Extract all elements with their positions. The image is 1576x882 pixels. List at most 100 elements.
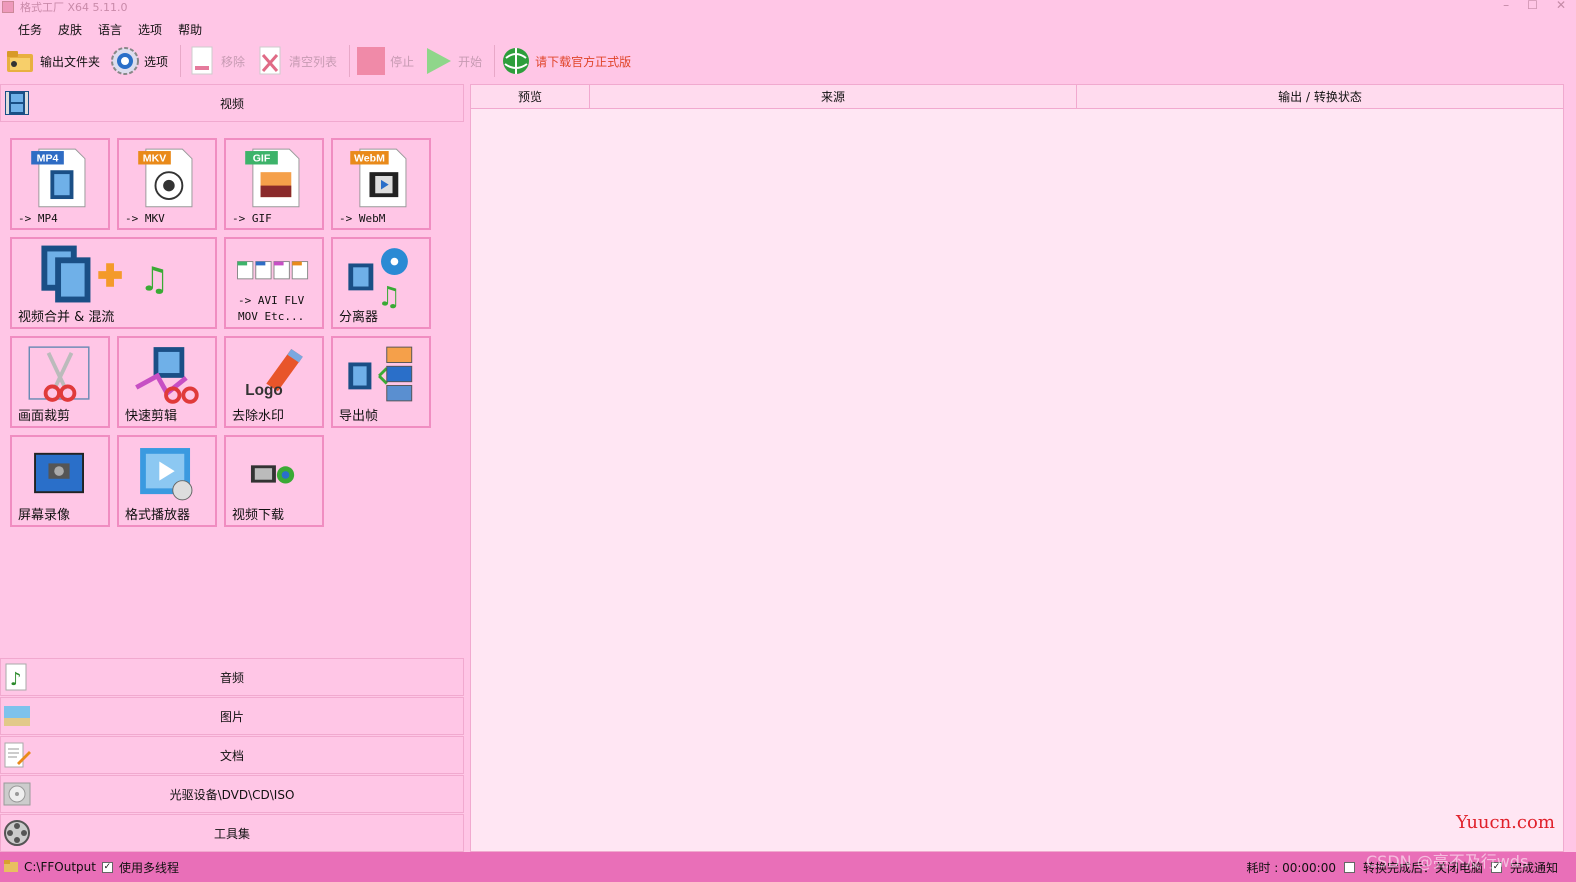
menu-bar: 任务 皮肤 语言 选项 帮助 (0, 18, 1576, 40)
tile-player-label: 格式播放器 (125, 508, 191, 523)
column-preview[interactable]: 预览 (471, 85, 590, 108)
tile-to-mkv[interactable]: MKV -> MKV (117, 138, 217, 230)
options-label: 选项 (144, 54, 169, 69)
output-path[interactable]: C:\FFOutput (24, 860, 96, 874)
menu-language[interactable]: 语言 (90, 21, 130, 38)
category-disc[interactable]: 光驱设备\DVD\CD\ISO (0, 775, 464, 813)
stop-icon (356, 46, 386, 76)
download-official-button[interactable]: 请下载官方正式版 (501, 44, 631, 78)
category-tools[interactable]: 工具集 (0, 814, 464, 852)
quick-edit-icon (135, 347, 199, 404)
folder-icon[interactable] (4, 859, 18, 875)
mp4-file-icon: MP4 (31, 148, 86, 208)
clear-list-icon (255, 46, 285, 76)
elapsed-time: 耗时 : 00:00:00 (1246, 860, 1336, 875)
category-video-label: 视频 (219, 96, 244, 111)
column-output-status[interactable]: 输出 / 转换状态 (1077, 85, 1563, 108)
menu-options[interactable]: 选项 (130, 21, 170, 38)
start-button[interactable]: 开始 (424, 44, 482, 78)
folder-icon (6, 46, 36, 76)
play-icon (424, 46, 454, 76)
mkv-badge: MKV (143, 153, 166, 165)
tile-crop-label: 画面裁剪 (18, 409, 71, 424)
scissors-icon (28, 346, 90, 402)
toolbar-separator (349, 45, 351, 77)
picture-icon (3, 702, 31, 730)
clear-list-button[interactable]: 清空列表 (255, 44, 337, 78)
tile-other-formats[interactable]: -> AVI FLV MOV Etc... (224, 237, 324, 329)
remove-label: 移除 (221, 54, 246, 69)
video-download-icon (250, 465, 295, 484)
category-image[interactable]: 图片 (0, 697, 464, 735)
title-bar: 格式工厂 X64 5.11.0 – ☐ ✕ (0, 0, 1576, 14)
tile-other-formats-label: -> AVI FLV MOV Etc... (238, 294, 305, 323)
tile-quick-edit[interactable]: 快速剪辑 (117, 336, 217, 428)
stop-label: 停止 (390, 54, 415, 69)
category-audio-label: 音频 (219, 670, 244, 685)
export-frames-icon (348, 346, 413, 402)
minimize-icon[interactable]: – (1503, 0, 1509, 12)
multithread-checkbox[interactable]: ✓ (101, 861, 113, 873)
category-audio[interactable]: ♪ 音频 (0, 658, 464, 696)
svg-text:♪: ♪ (10, 669, 22, 690)
tile-to-gif[interactable]: GIF -> GIF (224, 138, 324, 230)
tile-to-webm-label: -> WebM (339, 212, 386, 225)
category-image-label: 图片 (219, 709, 244, 724)
tile-to-mp4[interactable]: MP4 -> MP4 (10, 138, 110, 230)
multithread-label: 使用多线程 (118, 860, 179, 875)
menu-skin[interactable]: 皮肤 (50, 21, 90, 38)
tile-splitter-label: 分离器 (339, 310, 379, 325)
category-document[interactable]: 文档 (0, 736, 464, 774)
gif-file-icon: GIF (245, 148, 300, 208)
site-watermark: Yuucn.com (1456, 812, 1555, 833)
output-folder-label: 输出文件夹 (40, 54, 101, 69)
tile-to-mp4-label: -> MP4 (18, 212, 58, 225)
tile-crop[interactable]: 画面裁剪 (10, 336, 110, 428)
tile-splitter[interactable]: ♫ 分离器 (331, 237, 431, 329)
player-icon (140, 448, 193, 501)
download-official-label: 请下载官方正式版 (535, 54, 632, 69)
gear-icon (110, 46, 140, 76)
tile-remove-watermark[interactable]: Logo 去除水印 (224, 336, 324, 428)
tile-export-frames[interactable]: 导出帧 (331, 336, 431, 428)
options-button[interactable]: 选项 (110, 44, 168, 78)
mkv-file-icon: MKV (138, 148, 193, 208)
gif-badge: GIF (253, 153, 271, 165)
output-folder-button[interactable]: 输出文件夹 (6, 44, 100, 78)
tile-player[interactable]: 格式播放器 (117, 435, 217, 527)
status-bar: C:\FFOutput ✓ 使用多线程 耗时 : 00:00:00 转换完成后：… (0, 852, 1576, 882)
category-tools-label: 工具集 (213, 826, 250, 841)
tile-video-download[interactable]: 视频下载 (224, 435, 324, 527)
category-panel: 视频 MP4 -> MP4 MKV -> MKV GIF -> GIF WebM… (0, 83, 466, 853)
tile-screen-record[interactable]: 屏幕录像 (10, 435, 110, 527)
webm-file-icon: WebM (350, 148, 407, 208)
music-note-icon: ♪ (3, 663, 31, 691)
task-list-header: 预览 来源 输出 / 转换状态 (471, 85, 1563, 109)
shutdown-checkbox[interactable] (1343, 861, 1355, 873)
film-icon (3, 89, 31, 117)
category-video[interactable]: 视频 (0, 84, 464, 122)
music-note-icon: ♫ (139, 260, 169, 299)
toolbar-separator (494, 45, 496, 77)
film-reel-icon (3, 819, 31, 847)
category-document-label: 文档 (219, 748, 244, 763)
menu-task[interactable]: 任务 (10, 21, 50, 38)
column-source[interactable]: 来源 (590, 85, 1077, 108)
tile-to-webm[interactable]: WebM -> WebM (331, 138, 431, 230)
close-icon[interactable]: ✕ (1556, 0, 1566, 12)
tile-merge-mux-label: 视频合并 & 混流 (18, 310, 115, 325)
app-icon (2, 1, 14, 13)
splitter-icon: ♫ (348, 248, 408, 311)
tile-quick-edit-label: 快速剪辑 (125, 409, 178, 424)
stop-button[interactable]: 停止 (356, 44, 414, 78)
task-list[interactable]: 预览 来源 输出 / 转换状态 (470, 84, 1564, 852)
tile-to-gif-label: -> GIF (232, 212, 272, 225)
csdn-watermark: CSDN @亮不及行wds (1366, 852, 1529, 871)
menu-help[interactable]: 帮助 (170, 21, 210, 38)
maximize-icon[interactable]: ☐ (1527, 0, 1538, 12)
start-label: 开始 (458, 54, 483, 69)
screen-record-icon (34, 452, 84, 494)
tile-merge-mux[interactable]: ♫ 视频合并 & 混流 (10, 237, 217, 329)
logo-text: Logo (245, 382, 283, 399)
remove-button[interactable]: 移除 (187, 44, 245, 78)
